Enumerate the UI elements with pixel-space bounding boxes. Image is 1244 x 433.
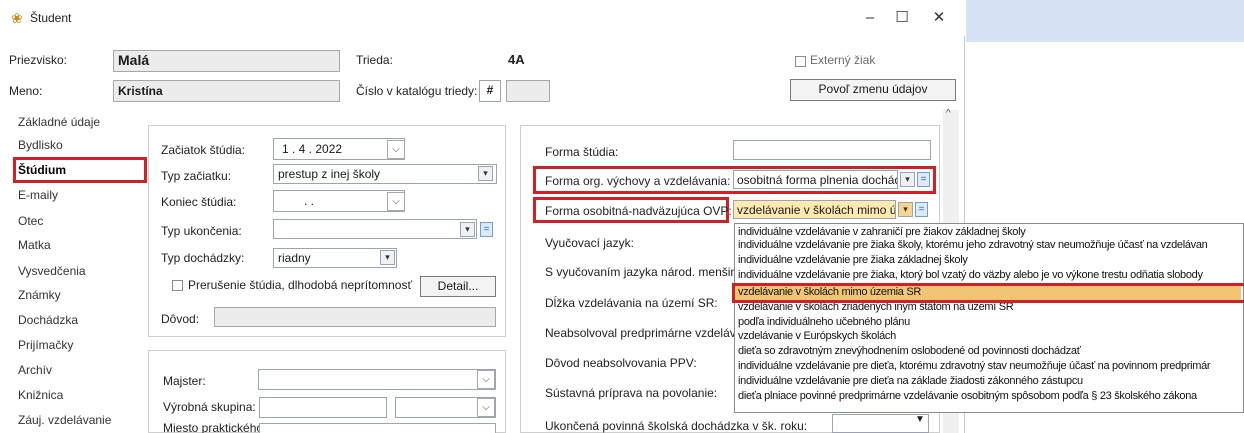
list-item[interactable]: individuálne vzdelávanie pre dieťa, ktor… — [738, 360, 1211, 372]
attendance-label: Typ dochádzky: — [161, 251, 245, 265]
study-highlight — [13, 157, 147, 183]
start-type-select[interactable]: prestup z inej školy — [273, 164, 497, 184]
ovp-dropdown-list: individuálne vzdelávanie v zahraničí pre… — [734, 223, 1244, 413]
external-label: Externý žiak — [810, 53, 876, 67]
minimize-button[interactable]: – — [855, 8, 885, 28]
place-field[interactable] — [259, 423, 496, 433]
maximize-button[interactable]: ☐ — [887, 8, 917, 28]
ovp-label: Forma osobitná-nadväzujúca OVP: — [545, 204, 732, 218]
ovp-dropdown-icon[interactable]: ▾ — [898, 202, 913, 217]
minority-label: S vyučovaním jazyka národ. menšiny: — [545, 265, 747, 279]
catalog-number-field[interactable] — [506, 80, 550, 102]
detail-button[interactable]: Detail... — [420, 276, 496, 297]
sidebar-item-archive[interactable]: Archív — [18, 363, 52, 377]
attendance-dropdown-icon[interactable]: ▾ — [380, 250, 395, 265]
start-label: Začiatok štúdia: — [161, 143, 246, 157]
start-type-label: Typ začiatku: — [161, 169, 232, 183]
end-type-select[interactable] — [273, 219, 477, 239]
sidebar-item-basic[interactable]: Základné údaje — [18, 115, 100, 129]
sidebar-item-mother[interactable]: Matka — [18, 238, 51, 252]
student-app-icon: ❀ — [11, 10, 23, 26]
interruption-label: Prerušenie štúdia, dlhodobá neprítomnosť — [188, 278, 412, 292]
master-label: Majster: — [163, 374, 206, 388]
start-date-chevron-icon[interactable]: ⌵ — [387, 140, 405, 159]
background-titlebar-strip — [966, 0, 1244, 42]
catalog-hash-button[interactable]: # — [479, 80, 501, 102]
system-label: Sústavná príprava na povolanie: — [545, 386, 718, 400]
org-form-dropdown-icon[interactable]: ▾ — [900, 172, 915, 187]
start-type-dropdown-icon[interactable]: ▾ — [478, 166, 493, 181]
list-item[interactable]: podľa individuálneho učebného plánu — [738, 316, 910, 328]
sidebar-item-attendance[interactable]: Dochádzka — [18, 313, 78, 327]
sidebar-item-emails[interactable]: E-maily — [18, 188, 58, 202]
end-type-label: Typ ukončenia: — [161, 224, 242, 238]
list-item[interactable]: dieťa plniace povinné predprimárne vzdel… — [738, 390, 1197, 402]
sidebar-item-grades[interactable]: Známky — [18, 288, 61, 302]
form-label: Forma štúdia: — [545, 145, 619, 159]
start-date-value: 1 . 4 . 2022 — [282, 142, 343, 156]
ovp-equals-icon[interactable]: = — [915, 202, 928, 217]
interruption-checkbox[interactable] — [172, 280, 183, 291]
language-label: Vyučovací jazyk: — [545, 236, 634, 250]
reason-field[interactable] — [214, 307, 496, 327]
window-title: Študent — [30, 11, 72, 25]
name-label: Meno: — [9, 84, 43, 98]
org-form-equals-icon[interactable]: = — [917, 172, 930, 187]
list-item[interactable]: individuálne vzdelávanie pre žiaka zákla… — [738, 254, 968, 266]
end-date-chevron-icon[interactable]: ⌵ — [387, 192, 405, 211]
surname-label: Priezvisko: — [9, 53, 68, 67]
catalog-label: Číslo v katalógu triedy: — [356, 84, 478, 98]
end-type-equals-icon[interactable]: = — [480, 222, 493, 237]
background-decoration — [1160, 400, 1230, 430]
sidebar-item-interest-education[interactable]: Záuj. vzdelávanie — [18, 413, 111, 427]
group-label: Výrobná skupina: — [163, 400, 256, 414]
name-field[interactable]: Kristína — [113, 80, 340, 102]
list-item[interactable]: individuálne vzdelávanie pre žiaka, ktor… — [738, 269, 1203, 281]
surname-field[interactable]: Malá — [113, 50, 340, 72]
class-label: Trieda: — [356, 53, 393, 67]
end-label: Koniec štúdia: — [161, 195, 237, 209]
selected-item-highlight — [732, 283, 1244, 303]
group-field[interactable] — [259, 397, 387, 418]
scroll-up-icon[interactable]: ^ — [946, 108, 951, 119]
master-select[interactable] — [258, 369, 496, 390]
ovp-select[interactable]: vzdelávanie v školách mimo úz — [733, 200, 896, 219]
end-date-value: . . — [304, 194, 315, 208]
list-item[interactable]: individuálne vzdelávanie v zahraničí pre… — [738, 226, 1026, 238]
sidebar-item-residence[interactable]: Bydlisko — [18, 138, 63, 152]
class-value: 4A — [508, 52, 525, 67]
org-form-label: Forma org. výchovy a vzdelávania: — [545, 174, 731, 188]
edit-data-button[interactable]: Povoľ zmenu údajov — [790, 79, 956, 101]
list-item[interactable]: dieťa so zdravotným znevýhodnením oslobo… — [738, 345, 1081, 357]
master-chevron-icon[interactable]: ⌵ — [477, 370, 495, 389]
form-field[interactable] — [733, 140, 931, 160]
preprimary-label: Neabsolvoval predprimárne vzdelávan — [545, 326, 750, 340]
attendance-select[interactable]: riadny — [273, 248, 397, 268]
compulsory-label: Ukončená povinná školská dochádzka v šk.… — [545, 419, 808, 433]
end-date-field[interactable]: . . — [273, 190, 405, 212]
reason-label: Dôvod: — [161, 312, 200, 326]
group-chevron-icon[interactable]: ⌵ — [477, 398, 495, 417]
sidebar-item-report-cards[interactable]: Vysvedčenia — [18, 264, 86, 278]
length-label: Dĺžka vzdelávania na území SR: — [545, 296, 718, 310]
place-label: Miesto praktického — [163, 421, 264, 433]
title-bar: ❀ Študent – ☐ ✕ — [0, 0, 965, 36]
close-button[interactable]: ✕ — [924, 8, 954, 28]
sidebar-item-library[interactable]: Knižnica — [18, 388, 63, 402]
external-checkbox[interactable] — [795, 56, 806, 67]
list-item[interactable]: vzdelávanie v Európskych školách — [738, 330, 896, 342]
end-type-dropdown-icon[interactable]: ▾ — [460, 222, 475, 237]
list-item[interactable]: individuálne vzdelávanie pre dieťa na zá… — [738, 375, 1083, 387]
start-date-field[interactable]: 1 . 4 . 2022 — [273, 138, 405, 160]
list-item[interactable]: individuálne vzdelávanie pre žiaka školy… — [738, 239, 1208, 251]
sidebar-item-father[interactable]: Otec — [18, 214, 43, 228]
sidebar-item-admissions[interactable]: Prijímačky — [18, 338, 73, 352]
ppv-reason-label: Dôvod neabsolvovania PPV: — [545, 356, 697, 370]
compulsory-dropdown-icon[interactable]: ▼ — [915, 414, 925, 425]
org-form-select[interactable]: osobitná forma plnenia dochád — [733, 170, 898, 189]
